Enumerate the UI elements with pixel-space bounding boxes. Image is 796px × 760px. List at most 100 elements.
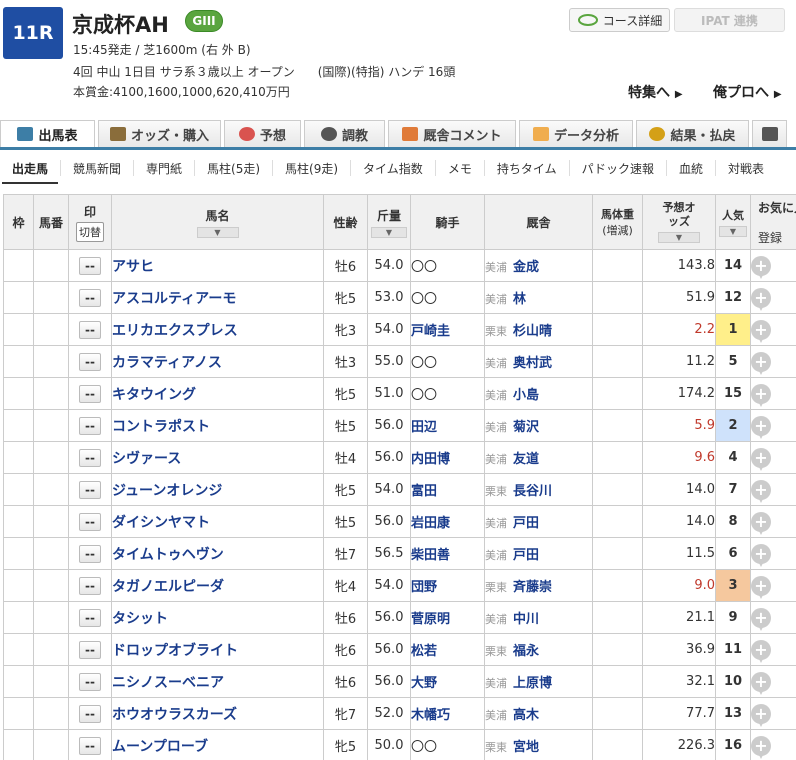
horse-name[interactable]: アスコルティアーモ	[111, 281, 324, 314]
jockey-name[interactable]: 富田	[410, 473, 485, 506]
trainer-name[interactable]: 中川	[513, 612, 539, 627]
subnav-shusso[interactable]: 出走馬	[0, 160, 62, 184]
trainer-name[interactable]: 林	[513, 292, 526, 307]
add-favorite-pin-icon[interactable]: +	[751, 511, 771, 535]
add-favorite-pin-icon[interactable]: +	[751, 415, 771, 439]
sort-chevron-icon[interactable]: ▼	[196, 226, 239, 238]
trainer-name[interactable]: 友道	[513, 452, 539, 467]
mark-select-button[interactable]: --	[79, 736, 101, 755]
add-favorite-pin-icon[interactable]: +	[751, 671, 771, 695]
tab-odds[interactable]: オッズ・購入	[98, 120, 221, 147]
trainer-name[interactable]: 高木	[513, 708, 539, 723]
trainer-name[interactable]: 杉山晴	[513, 324, 552, 339]
horse-name[interactable]: タイムトゥヘヴン	[111, 537, 324, 570]
jockey-name[interactable]: 岩田康	[410, 505, 485, 538]
mark-select-button[interactable]: --	[79, 448, 101, 467]
mark-select-button[interactable]: --	[79, 704, 101, 723]
ipat-link-button[interactable]: IPAT 連携	[674, 8, 785, 32]
add-favorite-pin-icon[interactable]: +	[751, 351, 771, 375]
trainer-name[interactable]: 長谷川	[513, 484, 552, 499]
horse-name[interactable]: コントラポスト	[111, 409, 324, 442]
add-favorite-pin-icon[interactable]: +	[751, 479, 771, 503]
subnav-taisenhyo[interactable]: 対戦表	[716, 160, 776, 176]
add-favorite-pin-icon[interactable]: +	[751, 255, 771, 279]
mark-select-button[interactable]: --	[79, 576, 101, 595]
mark-select-button[interactable]: --	[79, 512, 101, 531]
add-favorite-pin-icon[interactable]: +	[751, 383, 771, 407]
subnav-mochi-time[interactable]: 持ちタイム	[485, 160, 570, 176]
trainer-name[interactable]: 奥村武	[513, 356, 552, 371]
subnav-time-index[interactable]: タイム指数	[351, 160, 436, 176]
add-favorite-pin-icon[interactable]: +	[751, 287, 771, 311]
tab-kyusha-comment[interactable]: 厩舎コメント	[388, 120, 516, 147]
trainer-name[interactable]: 宮地	[513, 740, 539, 755]
tab-chokyo[interactable]: 調教	[304, 120, 385, 147]
trainer-name[interactable]: 福永	[513, 644, 539, 659]
mark-select-button[interactable]: --	[79, 672, 101, 691]
horse-name[interactable]: シヴァース	[111, 441, 324, 474]
add-favorite-pin-icon[interactable]: +	[751, 447, 771, 471]
jockey-name[interactable]: 団野	[410, 569, 485, 602]
mark-select-button[interactable]: --	[79, 320, 101, 339]
jockey-name[interactable]: 柴田善	[410, 537, 485, 570]
add-favorite-pin-icon[interactable]: +	[751, 735, 771, 759]
add-favorite-pin-icon[interactable]: +	[751, 319, 771, 343]
trainer-name[interactable]: 金成	[513, 260, 539, 275]
trainer-name[interactable]: 戸田	[513, 516, 539, 531]
horse-name[interactable]: タシット	[111, 601, 324, 634]
horse-name[interactable]: ジューンオレンジ	[111, 473, 324, 506]
trainer-name[interactable]: 上原博	[513, 676, 552, 691]
header-odds[interactable]: 予想オッズ ▼	[642, 194, 716, 250]
course-detail-button[interactable]: コース詳細	[569, 8, 670, 32]
mark-select-button[interactable]: --	[79, 480, 101, 499]
mark-select-button[interactable]: --	[79, 352, 101, 371]
header-weight[interactable]: 斤量 ▼	[367, 194, 411, 250]
horse-name[interactable]: ムーンプローブ	[111, 729, 324, 760]
add-favorite-pin-icon[interactable]: +	[751, 543, 771, 567]
jockey-name[interactable]: 松若	[410, 633, 485, 666]
sort-chevron-icon[interactable]: ▼	[371, 226, 407, 238]
orepro-link[interactable]: 俺プロへ ▶	[713, 82, 782, 102]
tab-shutsuba[interactable]: 出馬表	[0, 120, 95, 147]
tokushu-link[interactable]: 特集へ ▶	[628, 82, 683, 102]
horse-name[interactable]: ニシノスーベニア	[111, 665, 324, 698]
add-favorite-pin-icon[interactable]: +	[751, 703, 771, 727]
jockey-name[interactable]: 大野	[410, 665, 485, 698]
mark-select-button[interactable]: --	[79, 256, 101, 275]
horse-name[interactable]: タガノエルピーダ	[111, 569, 324, 602]
mark-toggle-button[interactable]: 切替	[76, 221, 104, 242]
mark-select-button[interactable]: --	[79, 384, 101, 403]
horse-name[interactable]: ダイシンヤマト	[111, 505, 324, 538]
add-favorite-pin-icon[interactable]: +	[751, 575, 771, 599]
jockey-name[interactable]: 田辺	[410, 409, 485, 442]
mark-select-button[interactable]: --	[79, 416, 101, 435]
horse-name[interactable]: エリカエクスプレス	[111, 313, 324, 346]
jockey-name[interactable]: 戸崎圭	[410, 313, 485, 346]
horse-name[interactable]: アサヒ	[111, 249, 324, 282]
tab-data-analysis[interactable]: データ分析	[519, 120, 633, 147]
trainer-name[interactable]: 菊沢	[513, 420, 539, 435]
mark-select-button[interactable]: --	[79, 640, 101, 659]
subnav-senmonshi[interactable]: 専門紙	[134, 160, 196, 176]
subnav-memo[interactable]: メモ	[436, 160, 485, 176]
mark-select-button[interactable]: --	[79, 288, 101, 307]
tab-yoso[interactable]: 予想	[224, 120, 301, 147]
add-favorite-pin-icon[interactable]: +	[751, 639, 771, 663]
tab-result[interactable]: 結果・払戻	[636, 120, 749, 147]
header-horse[interactable]: 馬名 ▼	[111, 194, 324, 250]
subnav-paddock[interactable]: パドック速報	[570, 160, 667, 176]
horse-name[interactable]: カラマティアノス	[111, 345, 324, 378]
jockey-name[interactable]: 菅原明	[410, 601, 485, 634]
horse-name[interactable]: ドロップオブライト	[111, 633, 324, 666]
subnav-umabashira-9[interactable]: 馬柱(9走)	[273, 160, 352, 176]
jockey-name[interactable]: 木幡巧	[410, 697, 485, 730]
trainer-name[interactable]: 小島	[513, 388, 539, 403]
subnav-kettou[interactable]: 血統	[667, 160, 716, 176]
add-favorite-pin-icon[interactable]: +	[751, 607, 771, 631]
header-pop[interactable]: 人気 ▼	[715, 194, 751, 250]
horse-name[interactable]: キタウイング	[111, 377, 324, 410]
mark-select-button[interactable]: --	[79, 608, 101, 627]
subnav-keiba-shinbun[interactable]: 競馬新聞	[61, 160, 135, 176]
sort-chevron-icon[interactable]: ▼	[719, 226, 747, 237]
tab-video[interactable]	[752, 120, 787, 147]
